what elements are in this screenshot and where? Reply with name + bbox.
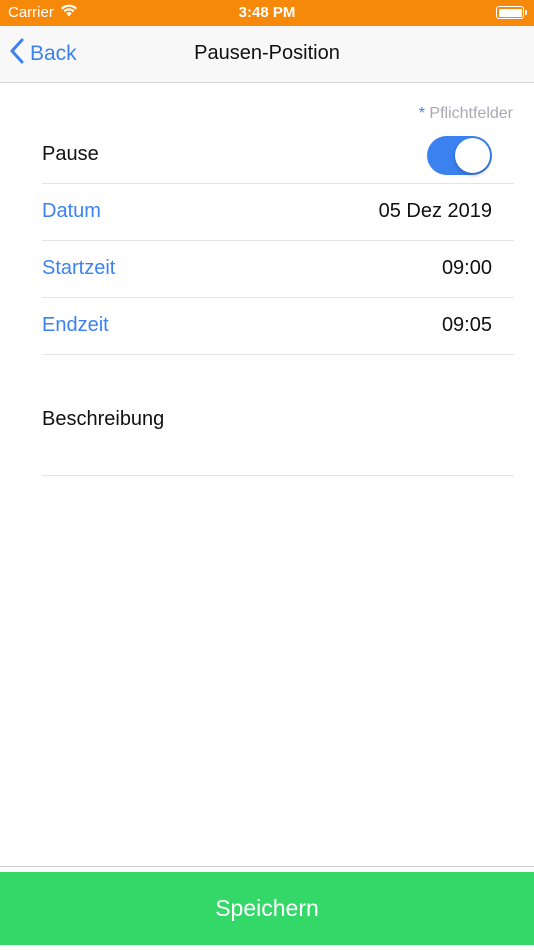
save-button[interactable]: Speichern — [0, 872, 534, 945]
status-time: 3:48 PM — [238, 4, 296, 21]
status-bar: Carrier 3:48 PM — [0, 0, 534, 26]
datum-value[interactable]: 05 Dez 2019 — [379, 200, 492, 223]
required-note-text: Pflichtfelder — [429, 105, 513, 122]
pause-row: Pause — [42, 127, 514, 184]
startzeit-label: Startzeit — [42, 257, 116, 279]
navigation-bar: Back Pausen-Position — [0, 26, 534, 83]
toggle-knob — [455, 138, 490, 173]
beschreibung-label: Beschreibung — [42, 408, 165, 430]
required-star: * — [418, 105, 425, 122]
beschreibung-field[interactable]: Beschreibung — [42, 356, 514, 476]
battery-fill — [498, 8, 522, 17]
battery-icon — [496, 6, 527, 19]
endzeit-label: Endzeit — [42, 314, 109, 336]
pause-label: Pause — [42, 143, 99, 165]
screen: Carrier 3:48 PM Back Pausen-Position * P… — [0, 0, 534, 950]
datum-label: Datum — [42, 200, 101, 222]
datum-row[interactable]: Datum 05 Dez 2019 — [42, 184, 514, 241]
pause-toggle[interactable] — [427, 136, 492, 175]
required-fields-note: * Pflichtfelder — [419, 105, 513, 123]
startzeit-row[interactable]: Startzeit 09:00 — [42, 241, 514, 298]
endzeit-row[interactable]: Endzeit 09:05 — [42, 298, 514, 355]
page-title: Pausen-Position — [194, 42, 340, 64]
endzeit-value[interactable]: 09:05 — [442, 314, 492, 337]
bottom-divider — [0, 866, 534, 867]
startzeit-value[interactable]: 09:00 — [442, 257, 492, 280]
